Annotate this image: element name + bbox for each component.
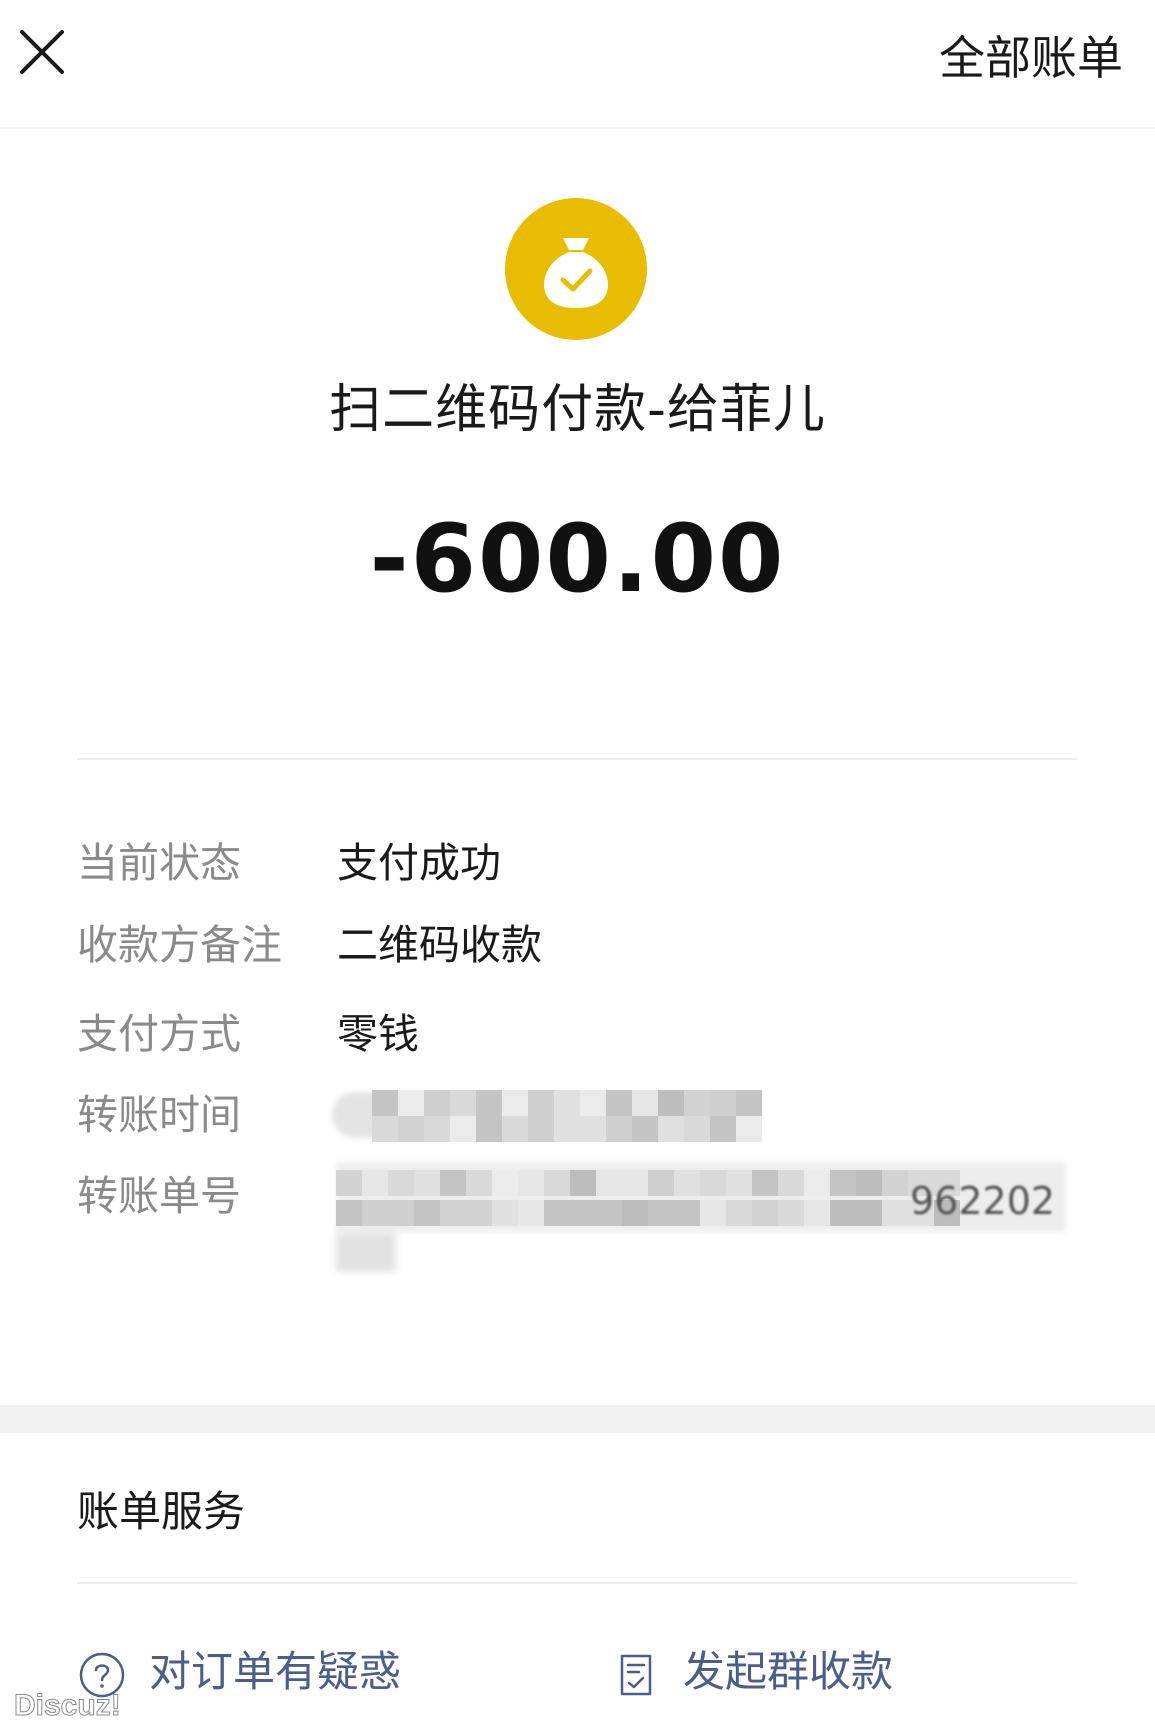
services-divider bbox=[77, 1582, 1077, 1584]
group-receipt-link[interactable]: 发起群收款 bbox=[611, 1640, 1011, 1704]
bill-services-title: 账单服务 bbox=[77, 1487, 246, 1536]
redacted-transfer-time bbox=[372, 1090, 784, 1142]
detail-row-payment-method: 支付方式 零钱 bbox=[77, 1004, 1077, 1064]
top-bar: 全部账单 bbox=[0, 0, 1155, 128]
close-icon bbox=[20, 30, 64, 74]
transfer-number-tail: 962202 bbox=[910, 1179, 1056, 1223]
detail-row-remark: 收款方备注 二维码收款 bbox=[77, 915, 1077, 975]
bill-detail-page: 全部账单 扫二维码付款-给菲儿 -600.00 当前状态 支付成功 收款方备注 … bbox=[0, 0, 1155, 1731]
money-bag-check-icon bbox=[505, 198, 647, 340]
transfer-time-label: 转账时间 bbox=[77, 1091, 241, 1139]
remark-label: 收款方备注 bbox=[77, 921, 282, 969]
top-bar-divider bbox=[0, 127, 1155, 129]
section-divider bbox=[77, 758, 1077, 760]
status-label: 当前状态 bbox=[77, 839, 241, 887]
payment-amount: -600.00 bbox=[369, 505, 786, 614]
close-button[interactable] bbox=[14, 24, 70, 80]
remark-value: 二维码收款 bbox=[337, 921, 542, 969]
section-spacer bbox=[0, 1405, 1155, 1433]
redacted-transfer-number bbox=[336, 1170, 960, 1230]
transfer-number-label: 转账单号 bbox=[77, 1172, 241, 1220]
status-value: 支付成功 bbox=[337, 839, 501, 887]
group-receipt-label: 发起群收款 bbox=[683, 1647, 894, 1696]
payment-method-value: 零钱 bbox=[337, 1010, 419, 1058]
order-question-label: 对订单有疑惑 bbox=[149, 1647, 402, 1696]
watermark-logo: Discuz! bbox=[14, 1689, 122, 1723]
payment-method-label: 支付方式 bbox=[77, 1010, 241, 1058]
group-receipt-icon bbox=[611, 1650, 661, 1700]
detail-row-status: 当前状态 支付成功 bbox=[77, 833, 1077, 893]
order-question-link[interactable]: 对订单有疑惑 bbox=[77, 1640, 477, 1704]
payment-title: 扫二维码付款-给菲儿 bbox=[329, 380, 826, 440]
redacted-number-line2 bbox=[336, 1232, 396, 1272]
all-bills-link[interactable]: 全部账单 bbox=[939, 28, 1123, 88]
